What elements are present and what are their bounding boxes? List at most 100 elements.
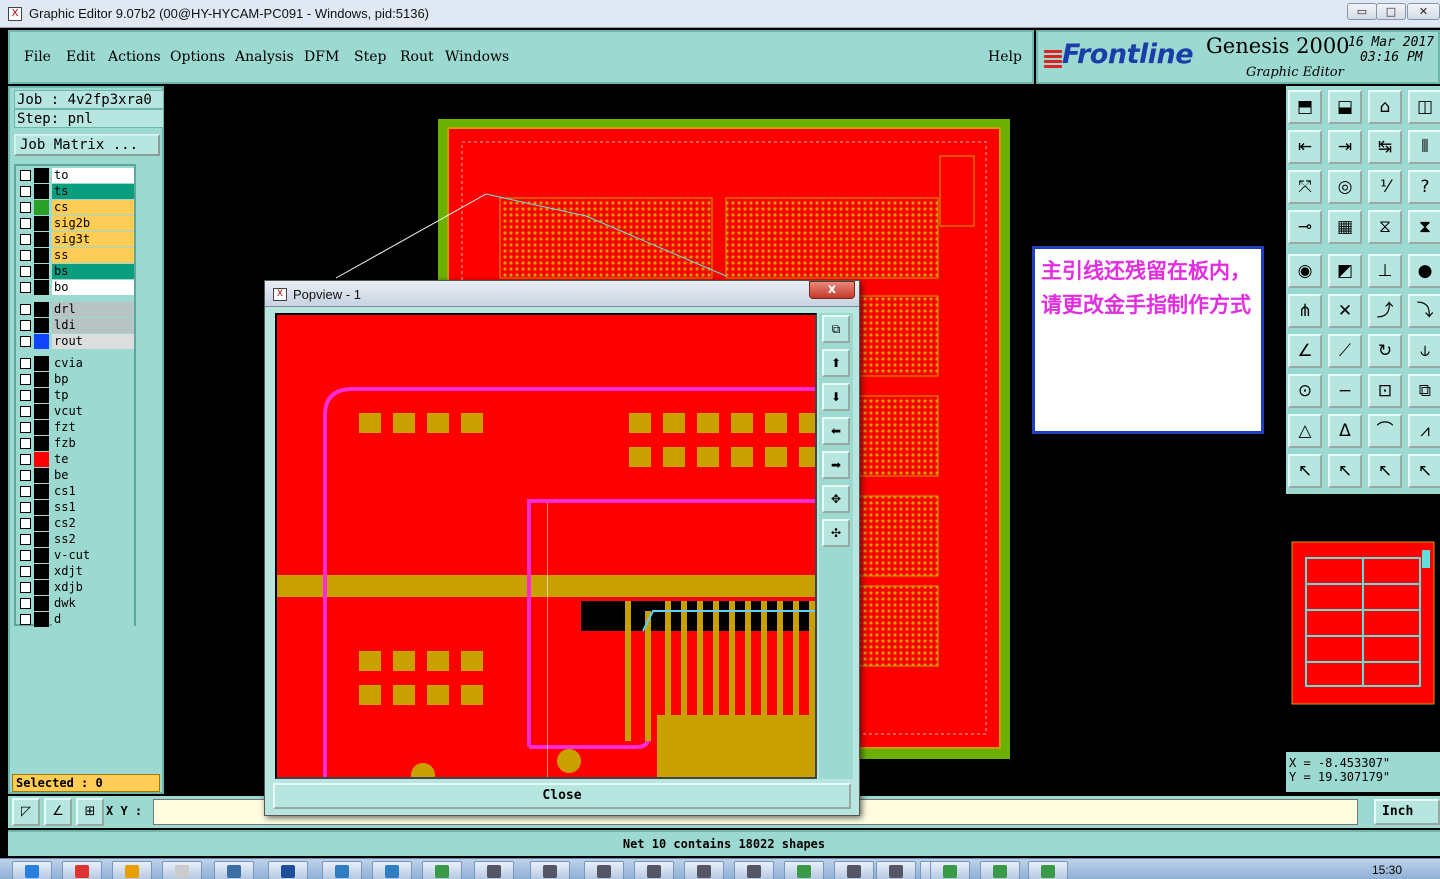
- taskbar-app-button[interactable]: [268, 861, 308, 879]
- layer-row-bo[interactable]: bo: [18, 280, 134, 295]
- save-icon[interactable]: ⬓: [1328, 90, 1362, 124]
- minimize-button[interactable]: ▭: [1347, 3, 1377, 20]
- layer-row-te[interactable]: te: [18, 452, 134, 467]
- layer-name[interactable]: bo: [52, 280, 134, 295]
- layer-checkbox[interactable]: [20, 266, 31, 277]
- menu-dfm[interactable]: DFM: [304, 49, 339, 65]
- layer-checkbox[interactable]: [20, 304, 31, 315]
- mirror-icon[interactable]: ⫝: [1408, 334, 1440, 368]
- layer-checkbox[interactable]: [20, 486, 31, 497]
- pan-left-icon[interactable]: ⬅: [822, 417, 850, 445]
- pan-right-icon[interactable]: ➡: [822, 451, 850, 479]
- layer-row-cs[interactable]: cs: [18, 200, 134, 215]
- layer-checkbox[interactable]: [20, 502, 31, 513]
- layer-checkbox[interactable]: [20, 358, 31, 369]
- menu-edit[interactable]: Edit: [66, 49, 95, 65]
- zoom-home-icon[interactable]: ✣: [822, 519, 850, 547]
- taskbar-app-button[interactable]: [980, 861, 1020, 879]
- angle-icon[interactable]: ∠: [44, 798, 72, 826]
- pointer3-icon[interactable]: ↖: [1368, 454, 1402, 488]
- layer-name[interactable]: bs: [52, 264, 134, 279]
- taskbar-app-button[interactable]: [214, 861, 254, 879]
- layer-name[interactable]: cs: [52, 200, 134, 215]
- ratio-icon[interactable]: ⅟: [1368, 170, 1402, 204]
- layer-checkbox[interactable]: [20, 186, 31, 197]
- layer-row-fzb[interactable]: fzb: [18, 436, 134, 451]
- taskbar-app-button[interactable]: [930, 861, 970, 879]
- taskbar-app-button[interactable]: [530, 861, 570, 879]
- taskbar-app-button[interactable]: [634, 861, 674, 879]
- layer-name[interactable]: ss: [52, 248, 134, 263]
- triangle-icon[interactable]: △: [1288, 414, 1322, 448]
- layer-checkbox[interactable]: [20, 406, 31, 417]
- zoom-icon[interactable]: ⧉: [822, 315, 850, 343]
- pan-up-icon[interactable]: ⬆: [822, 349, 850, 377]
- fit-icon[interactable]: ⤧: [1288, 170, 1322, 204]
- layer-row-fzt[interactable]: fzt: [18, 420, 134, 435]
- connect-icon[interactable]: ⋔: [1288, 294, 1322, 328]
- taskbar-app-button[interactable]: [372, 861, 412, 879]
- arc2-icon[interactable]: ⤵: [1408, 294, 1440, 328]
- popview-close-x-button[interactable]: x: [809, 281, 855, 299]
- layer-row-ss2[interactable]: ss2: [18, 532, 134, 547]
- layer-checkbox[interactable]: [20, 250, 31, 261]
- layer-row-d[interactable]: d: [18, 612, 134, 627]
- layer-checkbox[interactable]: [20, 534, 31, 545]
- layer-checkbox[interactable]: [20, 374, 31, 385]
- layer-name[interactable]: sig3t: [52, 232, 134, 247]
- close-window-button[interactable]: ✕: [1407, 3, 1440, 20]
- copy-icon[interactable]: ⧉: [1408, 374, 1440, 408]
- layer-name[interactable]: xdjt: [52, 564, 134, 579]
- layer-checkbox[interactable]: [20, 320, 31, 331]
- layer-row-bs[interactable]: bs: [18, 264, 134, 279]
- menu-windows[interactable]: Windows: [445, 49, 509, 65]
- overview-map[interactable]: [1286, 532, 1440, 714]
- layer-name[interactable]: be: [52, 468, 134, 483]
- layer-row-be[interactable]: be: [18, 468, 134, 483]
- layer-name[interactable]: d: [52, 612, 134, 627]
- menu-rout[interactable]: Rout: [400, 49, 434, 65]
- home-icon[interactable]: ⌂: [1368, 90, 1402, 124]
- net-icon[interactable]: ⧖: [1368, 210, 1402, 244]
- layer-name[interactable]: fzb: [52, 436, 134, 451]
- taskbar-app-button[interactable]: [834, 861, 874, 879]
- layer-name[interactable]: drl: [52, 302, 134, 317]
- taskbar-app-button[interactable]: [12, 861, 52, 879]
- layer-name[interactable]: xdjb: [52, 580, 134, 595]
- layer-row-v-cut[interactable]: v-cut: [18, 548, 134, 563]
- step-left-icon[interactable]: ⇤: [1288, 130, 1322, 164]
- layer-name[interactable]: sig2b: [52, 216, 134, 231]
- arch-icon[interactable]: ⌒: [1368, 414, 1402, 448]
- layer-checkbox[interactable]: [20, 438, 31, 449]
- taskbar-app-button[interactable]: [1028, 861, 1068, 879]
- grid-icon[interactable]: ⊞: [76, 798, 104, 826]
- layer-row-ts[interactable]: ts: [18, 184, 134, 199]
- pad-icon[interactable]: ◉: [1288, 254, 1322, 288]
- layer-checkbox[interactable]: [20, 470, 31, 481]
- taskbar-app-button[interactable]: [734, 861, 774, 879]
- layer-row-dwk[interactable]: dwk: [18, 596, 134, 611]
- layer-checkbox[interactable]: [20, 202, 31, 213]
- layer-name[interactable]: cs1: [52, 484, 134, 499]
- layer-checkbox[interactable]: [20, 518, 31, 529]
- layer-checkbox[interactable]: [20, 454, 31, 465]
- layer-name[interactable]: ldi: [52, 318, 134, 333]
- taskbar-app-button[interactable]: [112, 861, 152, 879]
- layer-row-xdjb[interactable]: xdjb: [18, 580, 134, 595]
- layer-checkbox[interactable]: [20, 582, 31, 593]
- layer-checkbox[interactable]: [20, 282, 31, 293]
- layer-row-sig3t[interactable]: sig3t: [18, 232, 134, 247]
- pointer2-icon[interactable]: ↖: [1328, 454, 1362, 488]
- split-icon[interactable]: ⫴: [1408, 130, 1440, 164]
- layer-name[interactable]: bp: [52, 372, 134, 387]
- delete-icon[interactable]: ✕: [1328, 294, 1362, 328]
- layer-checkbox[interactable]: [20, 614, 31, 625]
- pan-down-icon[interactable]: ⬇: [822, 383, 850, 411]
- layer-row-cs2[interactable]: cs2: [18, 516, 134, 531]
- layer-name[interactable]: fzt: [52, 420, 134, 435]
- layer-row-cvia[interactable]: cvia: [18, 356, 134, 371]
- slash-icon[interactable]: ⟋: [1328, 334, 1362, 368]
- layer-checkbox[interactable]: [20, 566, 31, 577]
- window-icon[interactable]: ◫: [1408, 90, 1440, 124]
- layer-checkbox[interactable]: [20, 390, 31, 401]
